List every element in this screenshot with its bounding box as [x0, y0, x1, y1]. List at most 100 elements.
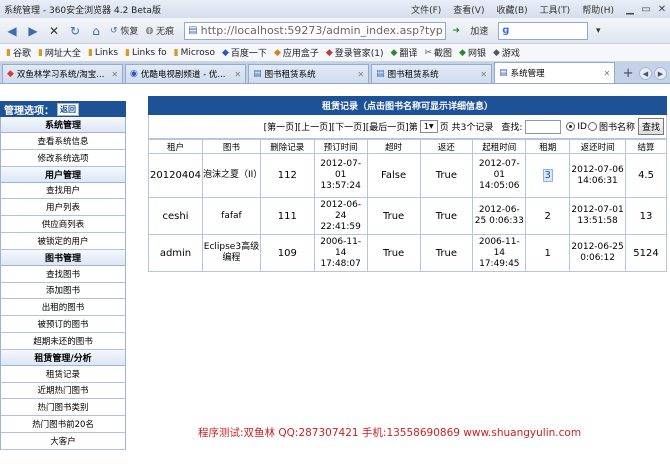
sidebar-item[interactable]: 被锁定的用户	[0, 232, 126, 250]
sidebar-title: 管理选项：	[4, 105, 54, 117]
tab-label: 系统管理	[510, 69, 545, 79]
close-tab-icon[interactable]: ✕	[603, 69, 610, 78]
sidebar-item[interactable]: 用户列表	[0, 199, 126, 217]
window-controls: ▁ ▭ ✕	[622, 2, 670, 16]
reserve-time-cell: 2006-11-14 17:48:07	[313, 234, 368, 272]
sidebar-item[interactable]: 修改系统选项	[0, 149, 126, 167]
first-page-link[interactable]: [第一页]	[264, 120, 298, 133]
search-box[interactable]: g	[498, 21, 589, 40]
favorite-item[interactable]: ▮ Links fo	[125, 48, 167, 58]
favorite-item[interactable]: ◆ 翻译	[391, 46, 418, 60]
favorite-item[interactable]: ◆ 应用盒子	[273, 46, 319, 60]
favorite-item[interactable]: ▮ 谷歌	[6, 46, 31, 60]
minimize-icon[interactable]: ▁	[622, 2, 638, 16]
menu-file[interactable]: 文件(F)	[411, 3, 441, 16]
sidebar-item[interactable]: 查看系统信息	[0, 133, 126, 150]
sidebar-item[interactable]: 租赁记录	[0, 365, 126, 383]
column-header: 租户	[148, 139, 203, 154]
footer-credit: 程序测试:双鱼林 QQ:287307421 手机:13558690869 www…	[198, 427, 582, 439]
tab-scroll-controls: ◀ ▶	[637, 64, 667, 83]
speed-button[interactable]: 加速	[467, 21, 491, 41]
restore-button[interactable]: ↺ 恢复	[107, 21, 141, 41]
book-link[interactable]: 泡沫之夏（II）	[201, 153, 262, 198]
sidebar-item[interactable]: 热门图书前20名	[0, 416, 126, 433]
go-button[interactable]: ➜	[446, 21, 466, 41]
favorite-label: 翻译	[399, 49, 418, 59]
admin-sidebar: 管理选项： 返回 系统管理 查看系统信息 修改系统选项 用户管理 查找用户 用户…	[0, 101, 126, 450]
box-icon: ◆	[273, 47, 281, 58]
delete-record-link[interactable]: 109	[259, 234, 315, 272]
sidebar-item[interactable]: 超期未还的图书	[0, 332, 126, 350]
sidebar-item[interactable]: 大客户	[0, 432, 126, 450]
youku-icon: ◉	[130, 69, 138, 79]
sidebar-item[interactable]: 热门图书类别	[0, 399, 126, 417]
forward-arrow-icon[interactable]: ▶	[23, 21, 43, 41]
page-icon: ▤	[376, 69, 385, 79]
sidebar-item[interactable]: 查找图书	[0, 265, 126, 283]
refresh-icon[interactable]: ↻	[65, 21, 85, 41]
browser-tab[interactable]: ▤ 图书租赁系统 ✕	[248, 64, 370, 83]
start-time-cell: 2012-07-01 14:05:06	[472, 153, 527, 198]
favorite-item[interactable]: ✂ 截图	[424, 46, 452, 60]
sidebar-item[interactable]: 供应商列表	[0, 216, 126, 233]
overdue-cell: True	[366, 234, 421, 272]
sidebar-item[interactable]: 被预订的图书	[0, 316, 126, 333]
sidebar-item[interactable]: 近期热门图书	[0, 382, 126, 400]
radio-book-name[interactable]	[587, 122, 597, 131]
menu-extra-icon[interactable]: ▾	[588, 21, 608, 41]
sidebar-item[interactable]: 查找用户	[0, 182, 126, 200]
page-icon: ▤	[188, 25, 198, 36]
sidebar-item[interactable]: 添加图书	[0, 282, 126, 300]
stop-icon[interactable]: ✕	[44, 21, 64, 41]
new-tab-icon[interactable]: +	[619, 64, 637, 83]
favorite-item[interactable]: ▮ Links	[88, 48, 118, 58]
delete-record-link[interactable]: 111	[259, 197, 315, 235]
page-prefix: 第	[408, 123, 418, 133]
favorite-item[interactable]: ◆ 网银	[459, 46, 486, 60]
close-tab-icon[interactable]: ✕	[480, 70, 487, 79]
maximize-icon[interactable]: ▭	[638, 2, 654, 16]
delete-record-link[interactable]: 112	[259, 153, 315, 198]
column-header: 返还	[419, 139, 474, 154]
search-input[interactable]	[525, 119, 562, 134]
next-page-link[interactable]: [下一页]	[332, 120, 366, 133]
period-value: 3	[542, 169, 553, 182]
browser-tab-active[interactable]: ▤ 系统管理 ✕	[494, 62, 616, 83]
return-link[interactable]: 返回	[57, 102, 79, 116]
home-icon[interactable]: ⌂	[86, 21, 106, 41]
close-tab-icon[interactable]: ✕	[357, 70, 364, 79]
settlement-cell: 5124	[625, 234, 667, 272]
close-window-icon[interactable]: ✕	[654, 2, 670, 16]
last-page-link[interactable]: [最后一页]	[366, 120, 409, 133]
favorite-item[interactable]: ▮ Microso	[174, 48, 215, 58]
browser-tab[interactable]: ▤ 图书租赁系统 ✕	[371, 64, 493, 83]
radio-id[interactable]	[566, 122, 576, 131]
prev-page-link[interactable]: [上一页]	[298, 120, 332, 133]
page-select[interactable]: 1 ▼	[419, 120, 438, 133]
search-button[interactable]: 查找	[637, 118, 664, 135]
menu-help[interactable]: 帮助(H)	[582, 3, 614, 16]
sidebar-item[interactable]: 出租的图书	[0, 299, 126, 317]
address-bar[interactable]: ▤ http://localhost:59273/admin_index.asp…	[184, 21, 447, 40]
menu-bar: 文件(F) 查看(V) 收藏(B) 工具(T) 帮助(H)	[411, 3, 614, 16]
book-link[interactable]: fafaf	[201, 197, 261, 235]
radio-id-label: ID	[577, 121, 587, 132]
favorite-item[interactable]: ◆ 登录管家(1)	[326, 46, 384, 60]
favorite-item[interactable]: ▮ 网址大全	[38, 46, 81, 60]
browser-tab[interactable]: ◉ 优酷电视剧频道 - 优... ✕	[125, 64, 247, 83]
menu-tools[interactable]: 工具(T)	[540, 3, 571, 16]
scroll-right-icon[interactable]: ▶	[654, 67, 667, 80]
favorite-item[interactable]: ◆ 游戏	[493, 46, 520, 60]
incognito-button[interactable]: ◍ 无痕	[142, 21, 177, 41]
menu-view[interactable]: 查看(V)	[453, 3, 484, 16]
records-title: 租赁记录（点击图书名称可显示详细信息）	[148, 96, 667, 115]
back-arrow-icon[interactable]: ◀	[2, 21, 22, 41]
book-link[interactable]: Eclipse3高级编程	[201, 234, 261, 272]
close-tab-icon[interactable]: ✕	[111, 70, 118, 79]
close-tab-icon[interactable]: ✕	[234, 70, 241, 79]
favorite-item[interactable]: ◆ 百度一下	[222, 46, 267, 60]
browser-tab[interactable]: ◆ 双鱼林学习系统/淘宝... ✕	[2, 64, 124, 83]
return-time-cell: 2012-07-06 14:06:31	[569, 153, 627, 198]
menu-favorites[interactable]: 收藏(B)	[496, 3, 527, 16]
scroll-left-icon[interactable]: ◀	[639, 67, 652, 80]
